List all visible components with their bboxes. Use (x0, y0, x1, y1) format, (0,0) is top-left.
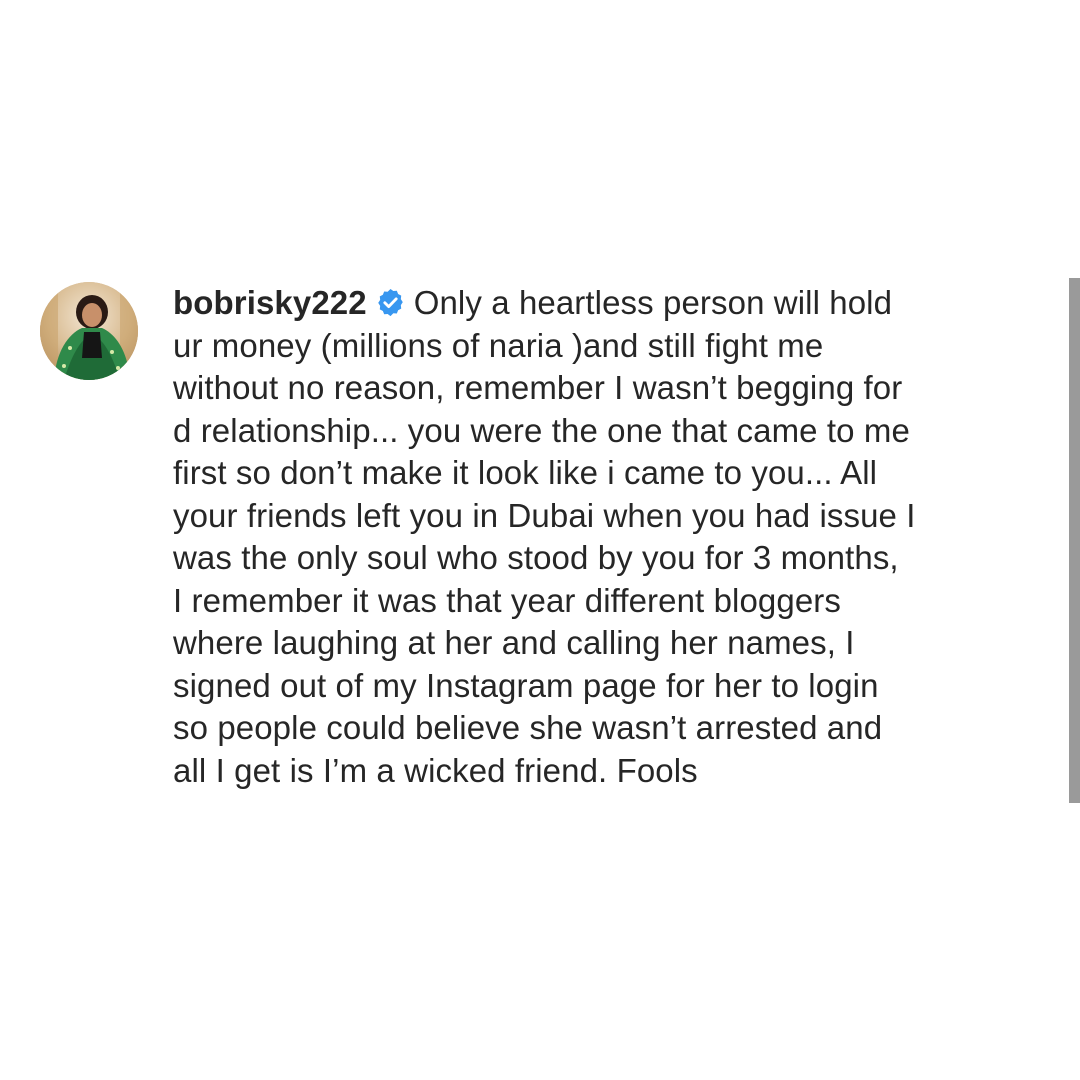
comment-line: where laughing at her and calling her na… (173, 624, 855, 661)
comment-line: Only a heartless person will hold (413, 284, 893, 321)
avatar[interactable] (40, 282, 138, 380)
comment-line: ur money (millions of naria )and still f… (173, 326, 824, 364)
instagram-comment: bobrisky222 Only a heartless person will … (40, 282, 1040, 792)
comment-line: I remember it was that year different bl… (173, 581, 841, 619)
comment-line: so people could believe she wasn’t arres… (173, 709, 883, 746)
comment-line: your friends left you in Dubai when you … (173, 496, 916, 534)
comment-line: was the only soul who stood by you for 3… (173, 539, 899, 576)
username-link[interactable]: bobrisky222 (173, 284, 367, 321)
avatar-photo-icon (40, 282, 138, 380)
comment-first-line: bobrisky222 Only a heartless person will … (173, 282, 1003, 325)
comment-line: d relationship... you were the one that … (173, 411, 910, 449)
comment-line: first so don’t make it look like i came … (173, 454, 878, 491)
comment-line: without no reason, remember I wasn’t beg… (173, 369, 903, 406)
comment-line: signed out of my Instagram page for her … (173, 666, 879, 704)
scrollbar[interactable] (1069, 278, 1080, 803)
comment-screenshot: bobrisky222 Only a heartless person will … (0, 0, 1080, 1080)
comment-text: bobrisky222 Only a heartless person will … (173, 282, 1003, 792)
verified-badge-icon (375, 286, 406, 317)
comment-line: all I get is I’m a wicked friend. Fools (173, 751, 698, 789)
